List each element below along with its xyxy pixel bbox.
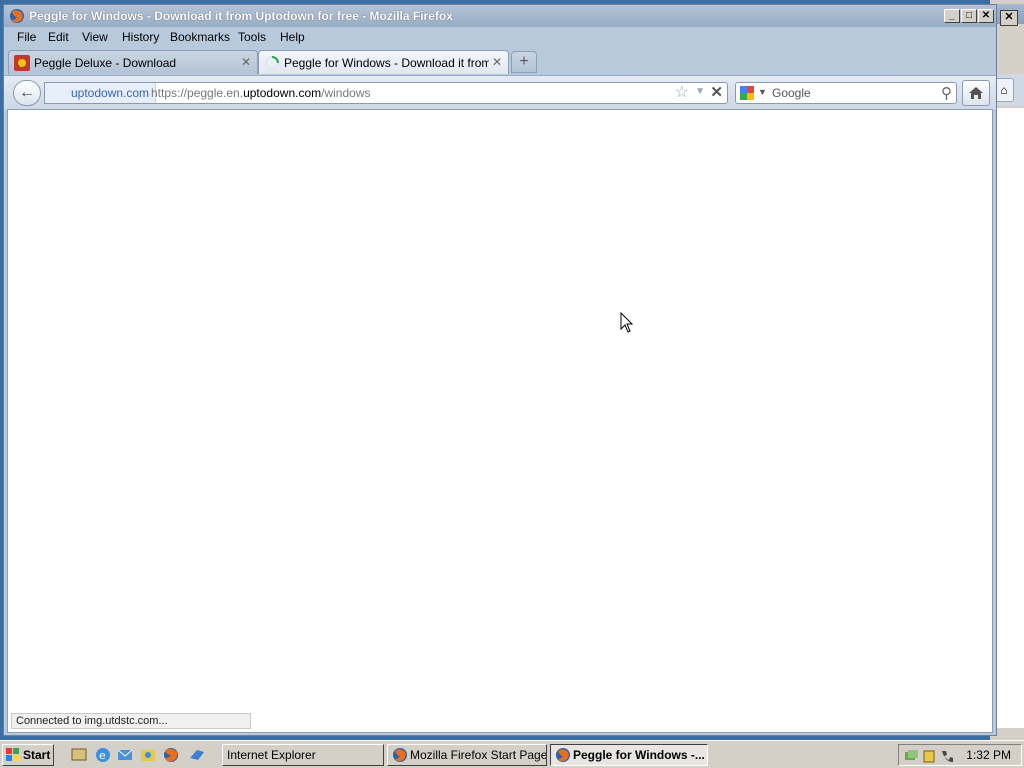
- search-magnifier-icon[interactable]: ⚲: [941, 84, 952, 102]
- home-button[interactable]: [962, 80, 990, 106]
- firefox-quicklaunch-icon[interactable]: [162, 746, 180, 764]
- explorer-icon[interactable]: [139, 746, 157, 764]
- url-bar[interactable]: uptodown.com https://peggle.en.uptodown.…: [44, 82, 728, 104]
- url-prefix: https://peggle.en.: [151, 86, 244, 100]
- google-icon[interactable]: [740, 86, 754, 100]
- loading-throbber-icon: [265, 56, 279, 70]
- tab-close-icon[interactable]: ✕: [241, 55, 251, 69]
- page-content[interactable]: Connected to img.utdstc.com...: [7, 109, 993, 733]
- outlook-express-icon[interactable]: [116, 746, 134, 764]
- task-label: Peggle for Windows -...: [573, 748, 705, 762]
- task-label: Internet Explorer: [227, 748, 316, 762]
- search-engine-dropdown-icon[interactable]: ▼: [758, 87, 767, 97]
- menu-edit[interactable]: Edit: [48, 30, 69, 44]
- firefox-icon: [556, 748, 570, 762]
- menu-help[interactable]: Help: [280, 30, 305, 44]
- task-peggle-for-windows[interactable]: Peggle for Windows -...: [550, 744, 708, 766]
- menu-file[interactable]: File: [17, 30, 36, 44]
- task-label: Mozilla Firefox Start Page ...: [410, 748, 547, 762]
- back-button[interactable]: ←: [13, 80, 41, 106]
- new-tab-button[interactable]: +: [511, 51, 537, 73]
- network-icon[interactable]: [903, 748, 919, 764]
- window-title: Peggle for Windows - Download it from Up…: [29, 9, 453, 23]
- start-button[interactable]: Start: [2, 744, 54, 766]
- show-desktop-icon[interactable]: [70, 746, 88, 764]
- clock: 1:32 PM: [966, 748, 1011, 762]
- background-window-close-button[interactable]: ✕: [1000, 10, 1018, 26]
- minimize-button[interactable]: _: [944, 9, 960, 23]
- tab-strip: Peggle Deluxe - Download ✕ Peggle for Wi…: [4, 49, 996, 75]
- menu-bar: File Edit View History Bookmarks Tools H…: [4, 27, 996, 47]
- firefox-icon: [393, 748, 407, 762]
- navigation-toolbar: ← uptodown.com https://peggle.en.uptodow…: [4, 75, 996, 110]
- firefox-icon: [10, 9, 24, 23]
- tab-peggle-deluxe[interactable]: Peggle Deluxe - Download ✕: [8, 50, 258, 74]
- status-panel: Connected to img.utdstc.com...: [11, 713, 251, 729]
- peggle-icon: [14, 55, 30, 71]
- start-label: Start: [23, 748, 51, 762]
- menu-view[interactable]: View: [82, 30, 108, 44]
- window-titlebar[interactable]: Peggle for Windows - Download it from Up…: [4, 5, 996, 27]
- task-firefox-start-page[interactable]: Mozilla Firefox Start Page ...: [387, 744, 547, 766]
- search-input[interactable]: Google: [772, 86, 811, 100]
- url-text[interactable]: https://peggle.en.uptodown.com/windows: [151, 86, 370, 100]
- tab-label: Peggle Deluxe - Download: [34, 56, 177, 70]
- menu-tools[interactable]: Tools: [238, 30, 266, 44]
- search-bar[interactable]: ▼ Google ⚲: [735, 82, 957, 104]
- url-path: /windows: [321, 86, 371, 100]
- url-domain: uptodown.com: [243, 86, 322, 100]
- bookmark-star-icon[interactable]: ☆: [675, 84, 689, 102]
- site-identity-button[interactable]: uptodown.com: [45, 83, 157, 103]
- firefox-window: Peggle for Windows - Download it from Up…: [3, 4, 997, 736]
- menu-bookmarks[interactable]: Bookmarks: [170, 30, 230, 44]
- thunderbird-icon[interactable]: [188, 746, 206, 764]
- task-internet-explorer[interactable]: Internet Explorer: [222, 744, 384, 766]
- svg-text:e: e: [99, 749, 106, 762]
- security-icon[interactable]: [921, 748, 937, 764]
- tab-peggle-windows[interactable]: Peggle for Windows - Download it from Up…: [258, 50, 509, 74]
- maximize-button[interactable]: □: [961, 9, 977, 23]
- windows-logo-icon: [6, 748, 19, 761]
- mouse-cursor-icon: [620, 312, 634, 333]
- tab-label: Peggle for Windows - Download it from Up…: [284, 56, 489, 70]
- close-button[interactable]: ✕: [978, 9, 994, 23]
- phone-connection-icon[interactable]: [939, 748, 955, 764]
- background-window-home-icon[interactable]: ⌂: [994, 78, 1014, 102]
- taskbar: Start e Internet Explorer Mozilla Firefo…: [0, 740, 1024, 768]
- home-icon: [969, 87, 983, 99]
- tab-close-icon[interactable]: ✕: [492, 55, 502, 69]
- system-tray: 1:32 PM: [898, 744, 1022, 766]
- menu-history[interactable]: History: [122, 30, 159, 44]
- stop-icon[interactable]: ✕: [710, 84, 723, 102]
- url-history-dropdown-icon[interactable]: ▼: [695, 86, 705, 97]
- internet-explorer-icon[interactable]: e: [94, 746, 112, 764]
